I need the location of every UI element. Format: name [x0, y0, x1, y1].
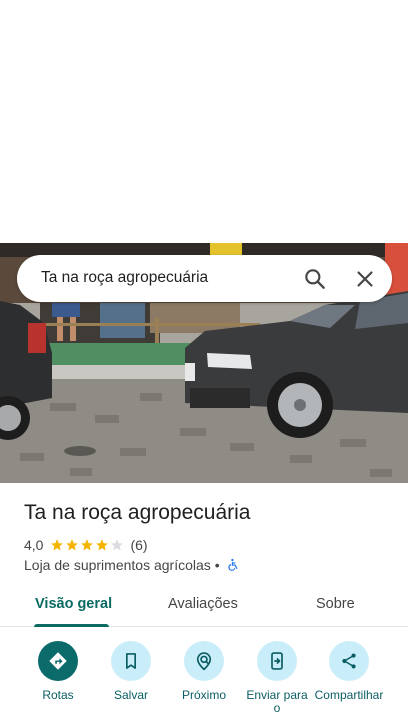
star-icon: [66, 539, 79, 551]
rating-row[interactable]: 4,0 (6): [24, 536, 148, 554]
search-icon[interactable]: [302, 266, 328, 292]
category-row: Loja de suprimentos agrícolas •: [24, 556, 240, 574]
action-bar: Rotas Salvar Próximo Enviar para o Compa…: [0, 641, 408, 726]
nearby-label: Próximo: [181, 688, 226, 702]
map-area[interactable]: [0, 0, 408, 243]
tab-about[interactable]: Sobre: [316, 596, 355, 612]
nearby-icon: [196, 652, 212, 671]
active-tab-indicator: [34, 624, 109, 627]
star-icon: [96, 539, 109, 551]
share-button[interactable]: Compartilhar: [309, 641, 389, 702]
directions-icon: [49, 652, 67, 670]
star-empty-icon: [111, 539, 124, 551]
share-label: Compartilhar: [314, 688, 384, 702]
review-count: (6): [130, 537, 148, 553]
save-label: Salvar: [113, 688, 148, 702]
star-icon: [81, 539, 94, 551]
close-icon[interactable]: [352, 266, 378, 292]
separator: •: [214, 557, 220, 573]
share-icon: [342, 653, 356, 669]
star-icon: [51, 539, 64, 551]
save-button[interactable]: Salvar: [91, 641, 171, 702]
tab-bar: Visão geral Avaliações Sobre: [0, 585, 408, 627]
tab-reviews[interactable]: Avaliações: [168, 596, 238, 612]
bookmark-icon: [126, 653, 136, 669]
wheelchair-accessible-icon[interactable]: [226, 557, 240, 573]
directions-button[interactable]: Rotas: [18, 641, 98, 702]
search-bar[interactable]: Ta na roça agropecuária: [17, 255, 392, 302]
directions-label: Rotas: [42, 688, 74, 702]
place-title: Ta na roça agropecuária: [24, 501, 251, 524]
place-category: Loja de suprimentos agrícolas: [24, 557, 211, 573]
tab-overview[interactable]: Visão geral: [35, 596, 112, 612]
search-query[interactable]: Ta na roça agropecuária: [41, 269, 208, 287]
send-to-phone-button[interactable]: Enviar para o: [237, 641, 317, 715]
star-rating: [50, 538, 124, 552]
send-to-phone-label: Enviar para o: [246, 688, 308, 715]
rating-value: 4,0: [24, 537, 44, 553]
send-to-phone-icon: [271, 652, 283, 670]
nearby-button[interactable]: Próximo: [164, 641, 244, 702]
